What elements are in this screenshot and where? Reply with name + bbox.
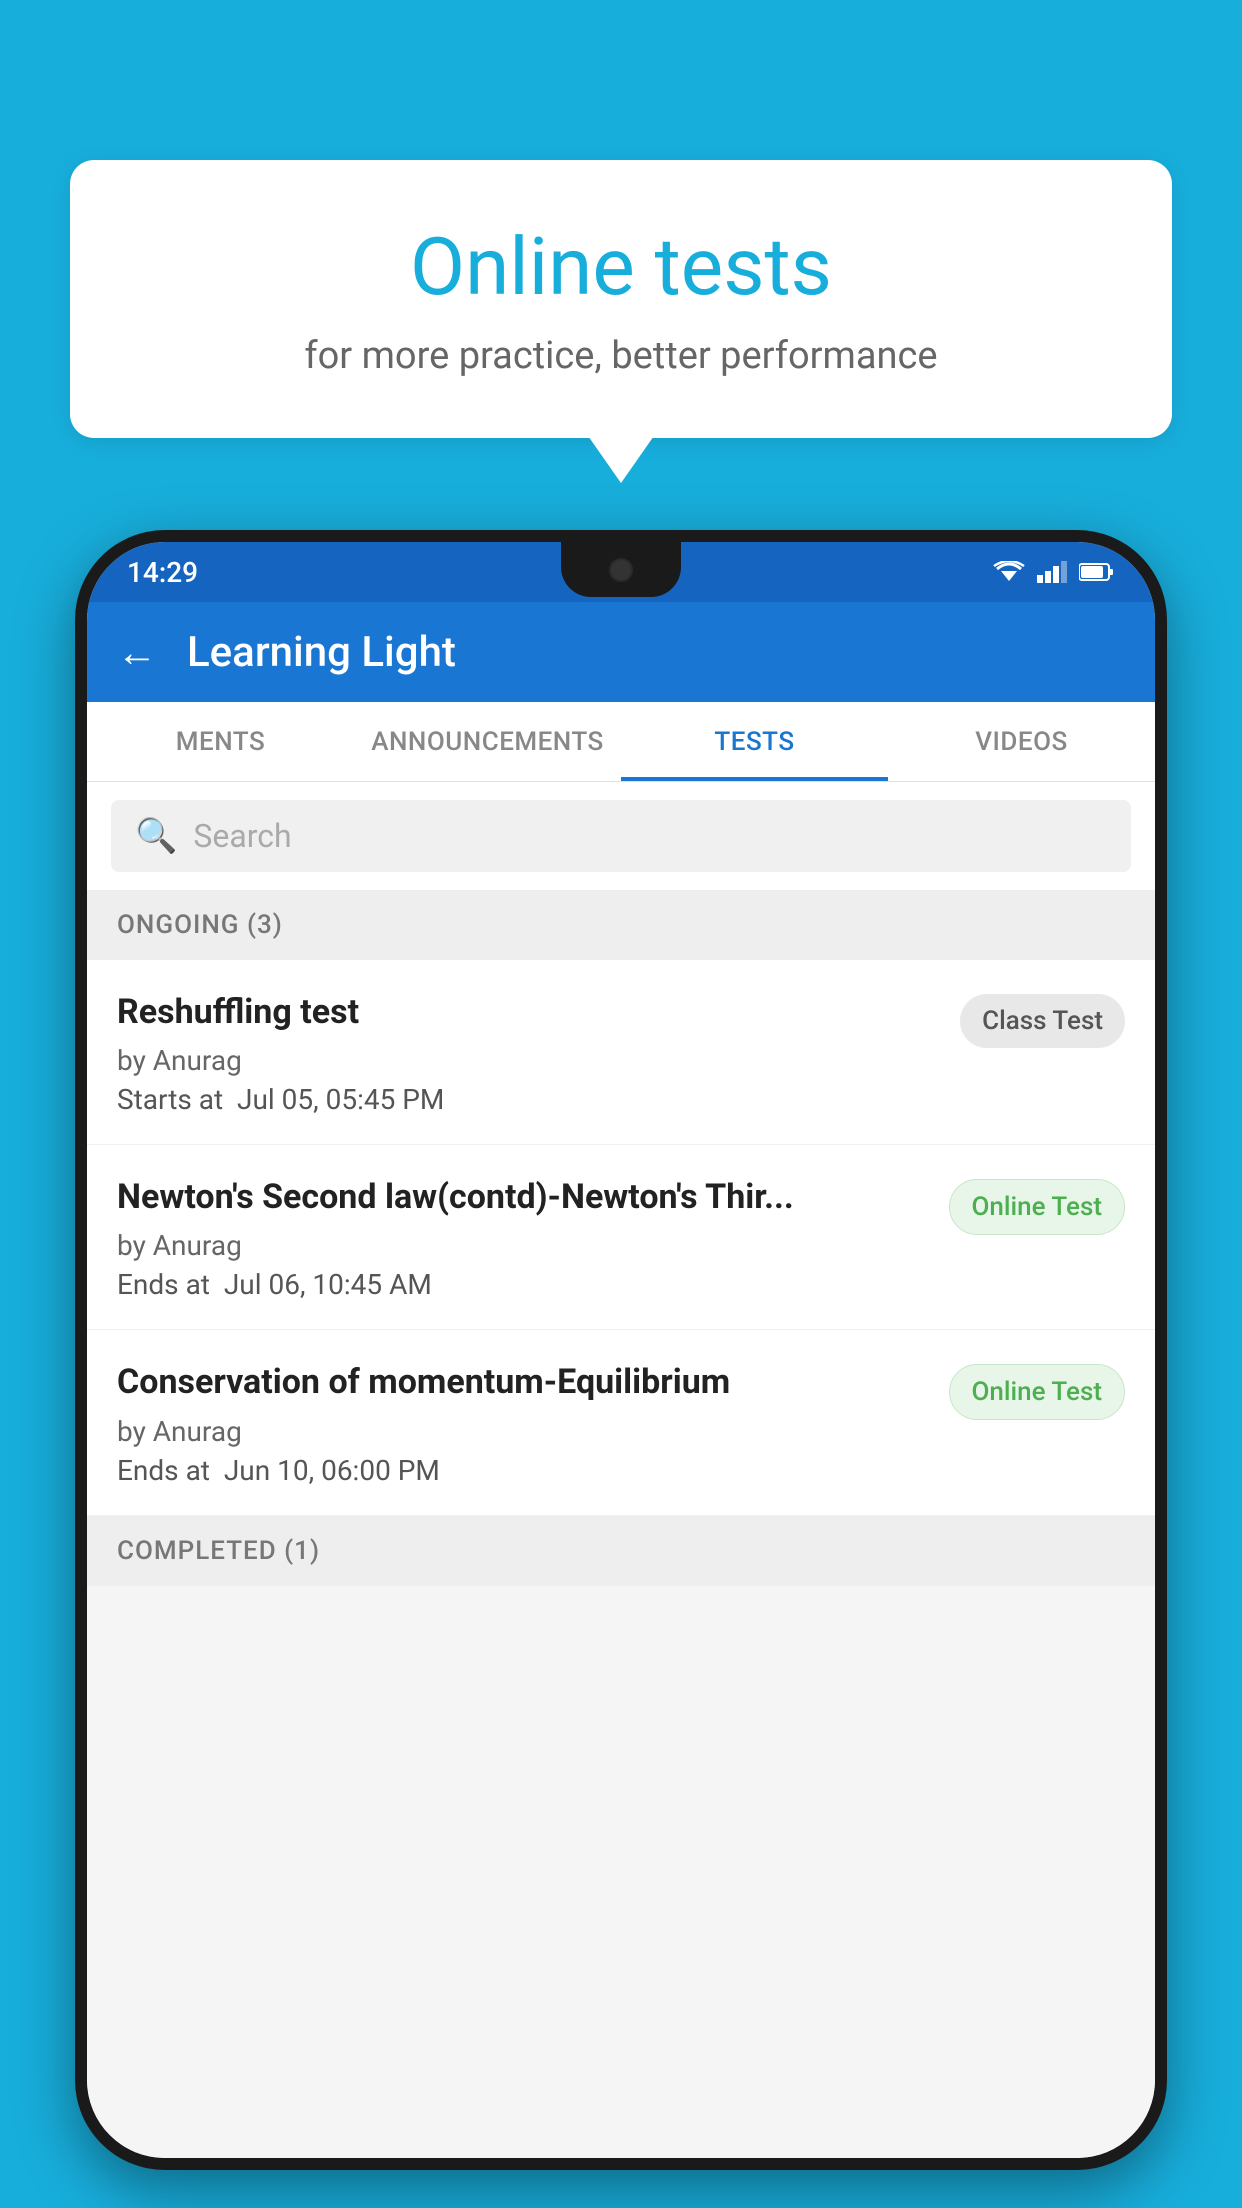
tab-ments[interactable]: MENTS bbox=[87, 702, 354, 781]
tab-bar: MENTS ANNOUNCEMENTS TESTS VIDEOS bbox=[87, 702, 1155, 782]
status-icons bbox=[993, 561, 1115, 583]
battery-icon bbox=[1079, 561, 1115, 583]
phone-camera bbox=[609, 558, 633, 582]
test-name-3: Conservation of momentum-Equilibrium bbox=[117, 1360, 929, 1404]
signal-icon bbox=[1037, 561, 1067, 583]
completed-section-header: COMPLETED (1) bbox=[87, 1516, 1155, 1586]
ongoing-section-header: ONGOING (3) bbox=[87, 890, 1155, 960]
test-name-1: Reshuffling test bbox=[117, 990, 940, 1034]
phone-screen: 14:29 bbox=[87, 542, 1155, 2158]
wifi-icon bbox=[993, 561, 1025, 583]
phone-wrapper: 14:29 bbox=[75, 530, 1167, 2208]
test-badge-1: Class Test bbox=[960, 994, 1125, 1048]
test-author-1: by Anurag bbox=[117, 1044, 940, 1077]
test-time-3: Ends at Jun 10, 06:00 PM bbox=[117, 1454, 929, 1487]
test-author-2: by Anurag bbox=[117, 1229, 929, 1262]
phone-notch bbox=[561, 542, 681, 597]
test-info-3: Conservation of momentum-Equilibrium by … bbox=[117, 1360, 929, 1486]
test-info-1: Reshuffling test by Anurag Starts at Jul… bbox=[117, 990, 940, 1116]
app-bar: ← Learning Light bbox=[87, 602, 1155, 702]
test-author-3: by Anurag bbox=[117, 1415, 929, 1448]
bubble-subtitle: for more practice, better performance bbox=[150, 334, 1092, 378]
test-badge-2: Online Test bbox=[949, 1179, 1126, 1235]
test-time-1: Starts at Jul 05, 05:45 PM bbox=[117, 1083, 940, 1116]
search-box[interactable]: 🔍 Search bbox=[111, 800, 1131, 872]
test-item-1[interactable]: Reshuffling test by Anurag Starts at Jul… bbox=[87, 960, 1155, 1145]
test-badge-3: Online Test bbox=[949, 1364, 1126, 1420]
bubble-title: Online tests bbox=[150, 220, 1092, 314]
status-time: 14:29 bbox=[127, 556, 198, 589]
search-container: 🔍 Search bbox=[87, 782, 1155, 890]
speech-bubble: Online tests for more practice, better p… bbox=[70, 160, 1172, 438]
screen-content: 🔍 Search ONGOING (3) Reshuffling test by… bbox=[87, 782, 1155, 2158]
app-title: Learning Light bbox=[187, 628, 456, 677]
test-info-2: Newton's Second law(contd)-Newton's Thir… bbox=[117, 1175, 929, 1301]
tab-videos[interactable]: VIDEOS bbox=[888, 702, 1155, 781]
test-list: Reshuffling test by Anurag Starts at Jul… bbox=[87, 960, 1155, 1516]
test-item-3[interactable]: Conservation of momentum-Equilibrium by … bbox=[87, 1330, 1155, 1515]
search-icon: 🔍 bbox=[135, 816, 177, 856]
tab-tests[interactable]: TESTS bbox=[621, 702, 888, 781]
completed-title: COMPLETED (1) bbox=[117, 1536, 320, 1566]
back-button[interactable]: ← bbox=[117, 629, 157, 676]
ongoing-title: ONGOING (3) bbox=[117, 910, 283, 940]
test-time-2: Ends at Jul 06, 10:45 AM bbox=[117, 1268, 929, 1301]
tab-announcements[interactable]: ANNOUNCEMENTS bbox=[354, 702, 621, 781]
test-name-2: Newton's Second law(contd)-Newton's Thir… bbox=[117, 1175, 929, 1219]
search-placeholder: Search bbox=[193, 817, 291, 855]
phone-frame: 14:29 bbox=[75, 530, 1167, 2170]
speech-bubble-container: Online tests for more practice, better p… bbox=[70, 160, 1172, 438]
test-item-2[interactable]: Newton's Second law(contd)-Newton's Thir… bbox=[87, 1145, 1155, 1330]
